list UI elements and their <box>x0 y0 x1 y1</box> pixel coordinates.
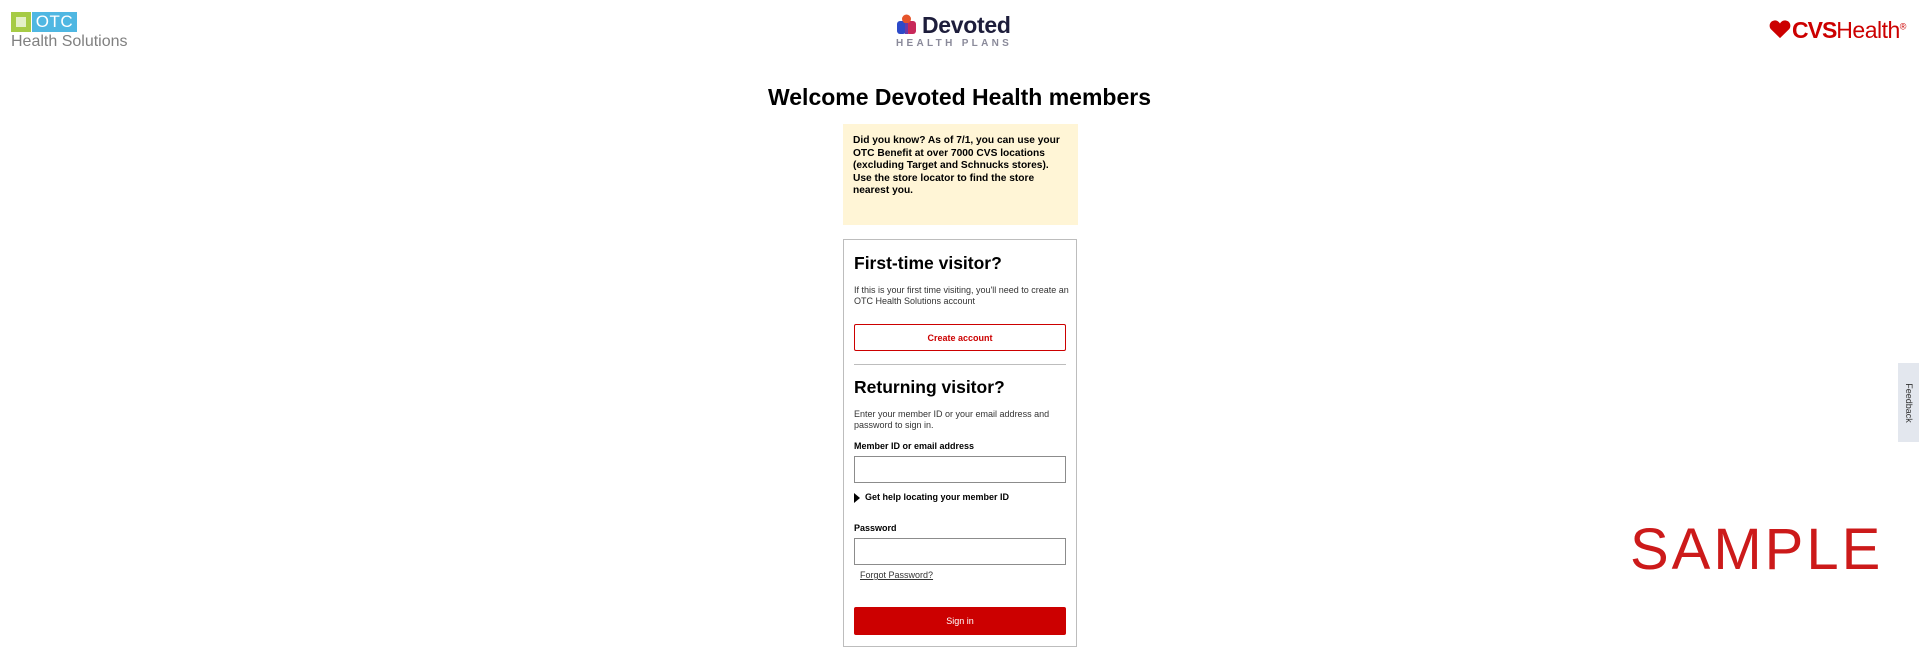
member-id-label: Member ID or email address <box>854 441 975 451</box>
page-title: Welcome Devoted Health members <box>767 84 1152 110</box>
member-id-help-toggle[interactable]: Get help locating your member ID <box>854 492 1009 503</box>
otc-benefit-notice: Did you know? As of 7/1, you can use you… <box>843 124 1078 225</box>
cvs-health-wordmark: CVSHealth® <box>1792 17 1907 44</box>
returning-heading: Returning visitor? <box>854 377 1005 397</box>
heart-icon <box>1769 20 1791 39</box>
otc-logo-mark: OTC <box>11 12 77 32</box>
forgot-password-link[interactable]: Forgot Password? <box>860 570 933 580</box>
create-account-button[interactable]: Create account <box>854 324 1066 351</box>
otc-badge: OTC <box>32 12 77 32</box>
otc-green-square-icon <box>11 12 31 32</box>
feedback-label: Feedback <box>1903 382 1914 423</box>
first-time-description: If this is your first time visiting, you… <box>854 285 1069 306</box>
otc-logo-subtitle: Health Solutions <box>11 33 128 50</box>
section-divider <box>854 364 1066 365</box>
cvs-health-logo: CVSHealth® <box>1769 17 1914 43</box>
devoted-logo-subtitle: HEALTH PLANS <box>896 38 1013 49</box>
otc-health-solutions-logo: OTC Health Solutions <box>11 12 128 50</box>
member-id-input[interactable] <box>854 456 1066 483</box>
sample-watermark: SAMPLE <box>1630 517 1884 582</box>
member-id-help-label: Get help locating your member ID <box>865 492 1010 502</box>
password-label: Password <box>854 523 897 533</box>
registered-mark: ® <box>1899 21 1907 32</box>
devoted-mark-icon <box>897 14 916 34</box>
feedback-tab[interactable]: Feedback <box>1898 363 1919 442</box>
cvs-wordmark-cvs: CVS <box>1792 17 1837 43</box>
caret-right-icon <box>854 492 860 503</box>
password-input[interactable] <box>854 538 1066 565</box>
sign-in-button[interactable]: Sign in <box>854 607 1066 635</box>
devoted-health-plans-logo: Devoted HEALTH PLANS <box>895 12 1011 50</box>
cvs-wordmark-health: Health <box>1836 17 1900 43</box>
first-time-heading: First-time visitor? <box>854 253 1002 273</box>
returning-description: Enter your member ID or your email addre… <box>854 409 1050 430</box>
devoted-wordmark: Devoted <box>922 12 1011 38</box>
login-card: First-time visitor? If this is your firs… <box>843 239 1077 647</box>
